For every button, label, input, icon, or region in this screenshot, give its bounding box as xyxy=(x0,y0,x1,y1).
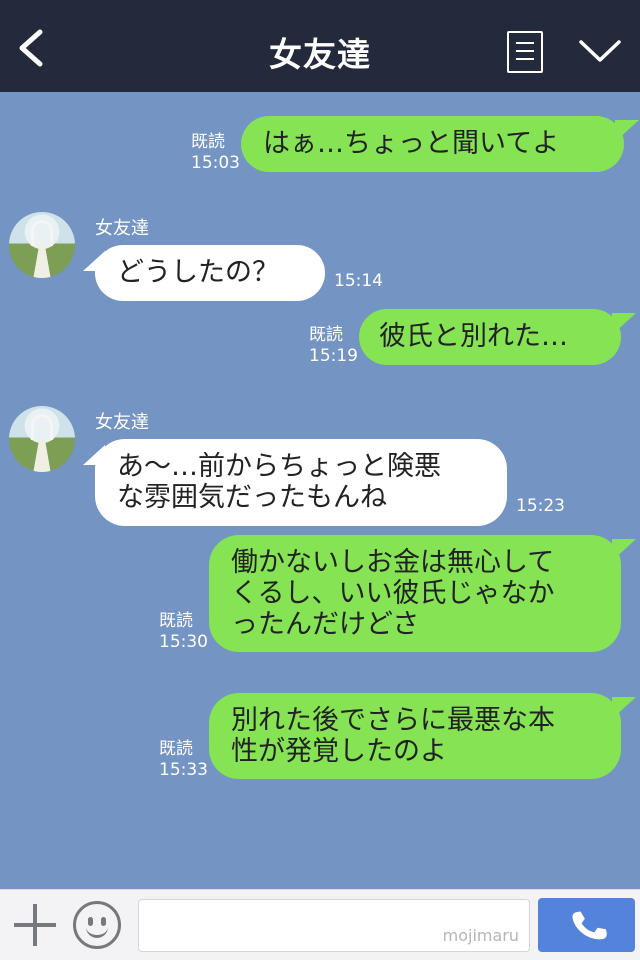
smiley-icon[interactable] xyxy=(73,901,121,949)
message-time: 15:19 xyxy=(309,346,358,366)
avatar[interactable] xyxy=(9,212,75,278)
sender-name: 女友達 xyxy=(95,218,149,239)
message-time: 15:23 xyxy=(516,496,565,516)
message-bubble-other: どうしたの？ xyxy=(83,245,325,301)
message-input-bar: mojimaru xyxy=(0,889,640,960)
message-time: 15:03 xyxy=(191,153,240,173)
message-text-line: あ〜…前からちょっと険悪 xyxy=(117,451,441,482)
chat-header: 女友達 xyxy=(0,0,640,92)
bubble-tail xyxy=(83,251,105,271)
bubble-tail xyxy=(612,313,636,335)
bubble-tail xyxy=(615,120,639,142)
message-time: 15:14 xyxy=(334,271,383,291)
message-time: 15:33 xyxy=(159,760,208,780)
read-status: 既読 xyxy=(159,739,193,759)
message-bubble-own: 彼氏と別れた… xyxy=(359,309,636,365)
chevron-down-icon[interactable] xyxy=(578,36,622,66)
message-text: 彼氏と別れた… xyxy=(379,321,568,352)
bubble-tail xyxy=(612,539,636,561)
message-text-line: な雰囲気だったもんね xyxy=(117,482,387,513)
message-text-line: 別れた後でさらに最悪な本 xyxy=(231,705,555,736)
watermark-text: mojimaru xyxy=(442,926,519,945)
message-time: 15:30 xyxy=(159,632,208,652)
read-status: 既読 xyxy=(309,325,343,345)
message-meta: 既読 15:19 xyxy=(309,325,358,367)
chat-title: 女友達 xyxy=(269,35,371,74)
chat-area[interactable]: 既読 15:03 はぁ…ちょっと聞いてよ 女友達 どうしたの？ 15:14 既読… xyxy=(0,92,640,889)
message-input[interactable]: mojimaru xyxy=(138,899,530,952)
message-text: どうしたの？ xyxy=(117,257,279,288)
message-meta: 既読 15:30 xyxy=(159,611,208,653)
notes-icon[interactable] xyxy=(507,31,543,73)
message-bubble-other: あ〜…前からちょっと険悪 な雰囲気だったもんね xyxy=(83,439,507,526)
plus-icon[interactable] xyxy=(14,904,56,946)
message-meta: 既読 15:03 xyxy=(191,132,240,174)
bubble-tail xyxy=(83,445,105,465)
call-button[interactable] xyxy=(538,898,635,952)
message-bubble-own: はぁ…ちょっと聞いてよ xyxy=(241,116,639,172)
message-bubble-own: 別れた後でさらに最悪な本 性が発覚したのよ xyxy=(209,693,636,779)
read-status: 既読 xyxy=(191,132,225,152)
read-status: 既読 xyxy=(159,611,193,631)
message-text-line: くるし、いい彼氏じゃなか xyxy=(231,578,555,609)
message-text: はぁ…ちょっと聞いてよ xyxy=(263,128,560,159)
message-meta: 既読 15:33 xyxy=(159,739,208,781)
message-text-line: ったんだけどさ xyxy=(231,609,420,640)
message-bubble-own: 働かないしお金は無心して くるし、いい彼氏じゃなか ったんだけどさ xyxy=(209,535,636,652)
phone-icon xyxy=(572,911,607,940)
avatar[interactable] xyxy=(9,406,75,472)
message-text-line: 性が発覚したのよ xyxy=(231,736,447,767)
bubble-tail xyxy=(612,697,636,719)
message-text-line: 働かないしお金は無心して xyxy=(231,547,555,578)
sender-name: 女友達 xyxy=(95,412,149,433)
